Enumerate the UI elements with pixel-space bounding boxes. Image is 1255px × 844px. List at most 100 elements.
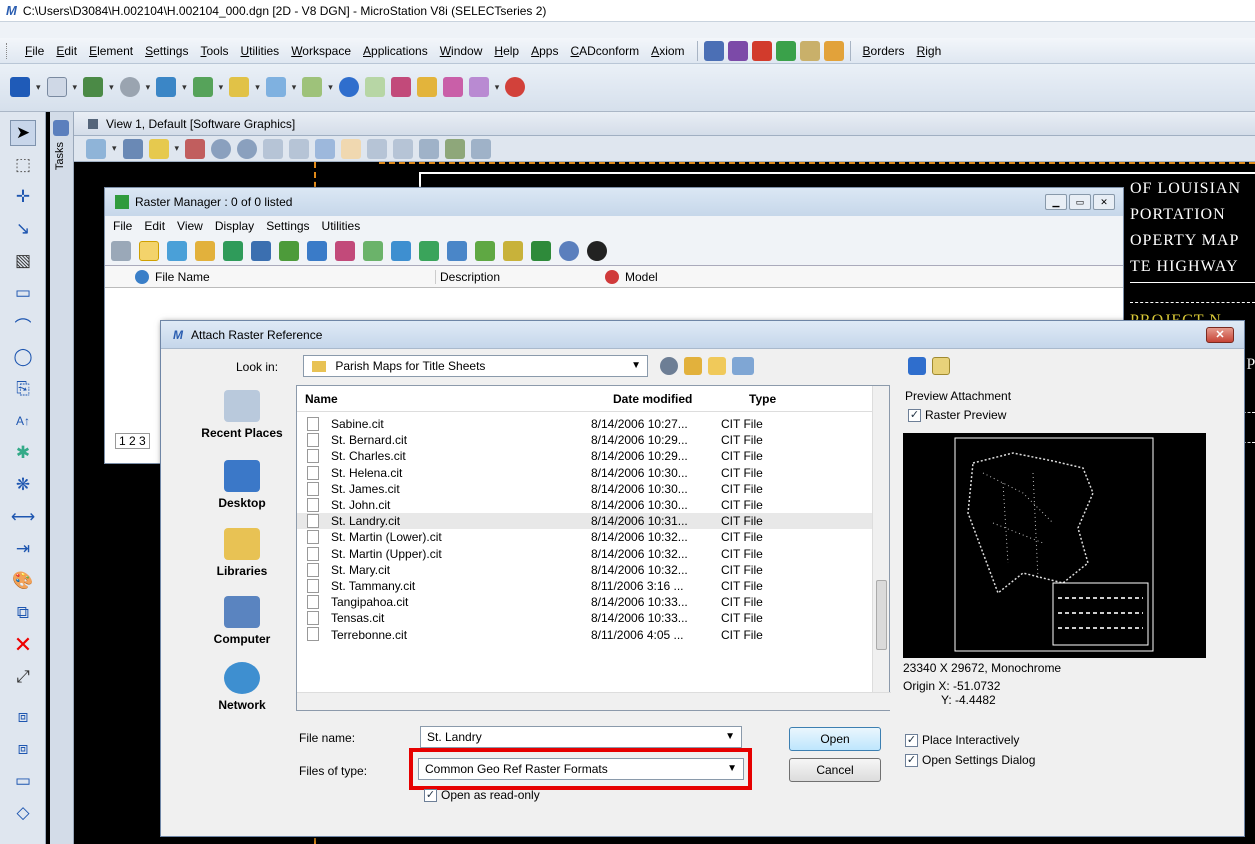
tree-view-icon[interactable] [111,240,131,261]
grid-tool-icon[interactable] [442,77,463,97]
raster-chart-icon[interactable] [531,240,551,261]
maximize-button[interactable]: ▭ [1069,194,1091,210]
dimension-icon[interactable]: ⟷ [10,504,36,530]
file-row[interactable]: St. James.cit 8/14/2006 10:30... CIT File [297,481,872,497]
window-area-icon[interactable] [263,138,284,159]
file-row[interactable]: St. Helena.cit 8/14/2006 10:30... CIT File [297,465,872,481]
file-row[interactable]: St. Tammany.cit 8/11/2006 3:16 ... CIT Fil… [297,578,872,594]
menu-right[interactable]: Righ [911,44,948,58]
file-row[interactable]: Tensas.cit 8/14/2006 10:33... CIT File [297,610,872,626]
levels-icon[interactable] [192,77,213,97]
view-menu-icon[interactable] [88,118,98,129]
menu-settings[interactable]: Settings [139,44,194,58]
fit-view-icon[interactable] [289,138,310,159]
open-settings-checkbox[interactable]: ✓ Open Settings Dialog [905,753,1035,768]
view-next-icon[interactable] [393,138,414,159]
place-libraries[interactable]: Libraries [182,528,302,578]
raster-refresh-icon[interactable] [223,240,243,261]
arc-icon[interactable]: ⌒ [10,312,36,338]
properties-icon[interactable] [932,357,950,375]
raster-move-icon[interactable] [251,240,271,261]
file-name-input[interactable]: St. Landry ▼ [420,726,742,748]
menu-help[interactable]: Help [488,44,525,58]
view-menu-icon[interactable] [732,357,754,375]
rectangle-icon[interactable]: ▭ [10,280,36,306]
file-row[interactable]: St. Bernard.cit 8/14/2006 10:29... CIT Fil… [297,432,872,448]
rm-menu-edit[interactable]: Edit [144,219,165,233]
update-view-icon[interactable] [185,138,206,159]
new-folder-icon[interactable] [708,357,726,375]
scale-icon[interactable]: ⤢ [10,664,36,690]
circle-icon[interactable]: ◯ [10,344,36,370]
file-row[interactable]: Tangipahoa.cit 8/14/2006 10:33... CIT File [297,594,872,610]
palette-icon[interactable]: 🎨 [10,568,36,594]
close-button[interactable]: ✕ [1093,194,1115,210]
pan-view-icon[interactable] [341,138,362,159]
raster-map-icon[interactable] [503,240,523,261]
check-green-icon[interactable] [775,40,796,61]
raster-rotate-icon[interactable] [363,240,383,261]
snap-icon[interactable] [265,77,286,97]
lighting-icon[interactable] [148,138,169,159]
tasks-icon[interactable] [53,120,69,136]
delete-icon[interactable]: ✕ [10,632,36,658]
raster-warp-icon[interactable] [447,240,467,261]
reference-icon[interactable] [302,77,323,97]
rm-menu-view[interactable]: View [177,219,203,233]
raster-one-to-one-icon[interactable] [559,240,579,261]
view-previous-icon[interactable] [367,138,388,159]
open-readonly-checkbox[interactable]: ✓ Open as read-only [424,788,540,803]
wrench-tool-icon[interactable] [703,40,724,61]
clip-volume-icon[interactable] [471,138,492,159]
display-style-icon[interactable] [122,138,143,159]
rm-menu-utilities[interactable]: Utilities [322,219,361,233]
menu-window[interactable]: Window [434,44,489,58]
file-row[interactable]: St. Landry.cit 8/14/2006 10:31... CIT File [297,513,872,530]
col-name[interactable]: Name [297,392,609,406]
scroll-thumb[interactable] [876,580,887,650]
find-icon[interactable] [416,77,437,97]
file-row[interactable]: St. Mary.cit 8/14/2006 10:32... CIT File [297,562,872,578]
file-row[interactable]: St. Martin (Lower).cit 8/14/2006 10:32...… [297,529,872,545]
place-computer[interactable]: Computer [182,596,302,646]
group-icon[interactable]: ⧈ [10,704,36,730]
file-row[interactable]: Terrebonne.cit 8/11/2006 4:05 ... CIT File [297,626,872,642]
view-attributes-icon[interactable] [86,138,106,159]
menu-axiom[interactable]: Axiom [645,44,690,58]
raster-clip-icon[interactable] [419,240,439,261]
people-tool-icon[interactable] [727,40,748,61]
primary-tools-icon[interactable] [119,77,140,97]
text-icon[interactable]: ⎘ [10,376,36,402]
raster-detach-icon[interactable] [335,240,355,261]
horizontal-scrollbar[interactable] [297,692,891,710]
col-date[interactable]: Date modified [609,392,745,406]
up-folder-icon[interactable] [684,357,702,375]
raster-fit-icon[interactable] [279,240,299,261]
place-line-icon[interactable]: ↘ [10,216,36,242]
col-description[interactable]: Description [435,269,605,284]
info-icon[interactable] [338,77,359,97]
file-row[interactable]: St. Charles.cit 8/14/2006 10:29... CIT Fil… [297,448,872,464]
menu-borders[interactable]: Borders [857,44,911,58]
ungroup-icon[interactable]: ⧈ [10,736,36,762]
rm-menu-settings[interactable]: Settings [266,219,309,233]
select-tool-icon[interactable] [364,77,385,97]
file-icon[interactable] [46,77,67,97]
change-attributes-icon[interactable]: ▭ [10,768,36,794]
file-row[interactable]: St. Martin (Upper).cit 8/14/2006 10:32...… [297,546,872,562]
raster-open-icon[interactable] [195,240,215,261]
place-point-icon[interactable]: ✛ [10,184,36,210]
rm-menu-display[interactable]: Display [215,219,254,233]
raster-geo-icon[interactable] [475,240,495,261]
table-tool-icon[interactable] [468,77,489,97]
attributes-icon[interactable] [83,77,104,97]
select-arrow-icon[interactable]: ➤ [10,120,36,146]
col-model[interactable]: Model [625,270,658,284]
zoom-in-icon[interactable] [211,138,232,159]
menu-applications[interactable]: Applications [357,44,434,58]
menu-edit[interactable]: Edit [50,44,83,58]
raster-scale-icon[interactable] [307,240,327,261]
check-red-icon[interactable] [751,40,772,61]
rm-menu-file[interactable]: File [113,219,132,233]
minimize-button[interactable]: ▁ [1045,194,1067,210]
